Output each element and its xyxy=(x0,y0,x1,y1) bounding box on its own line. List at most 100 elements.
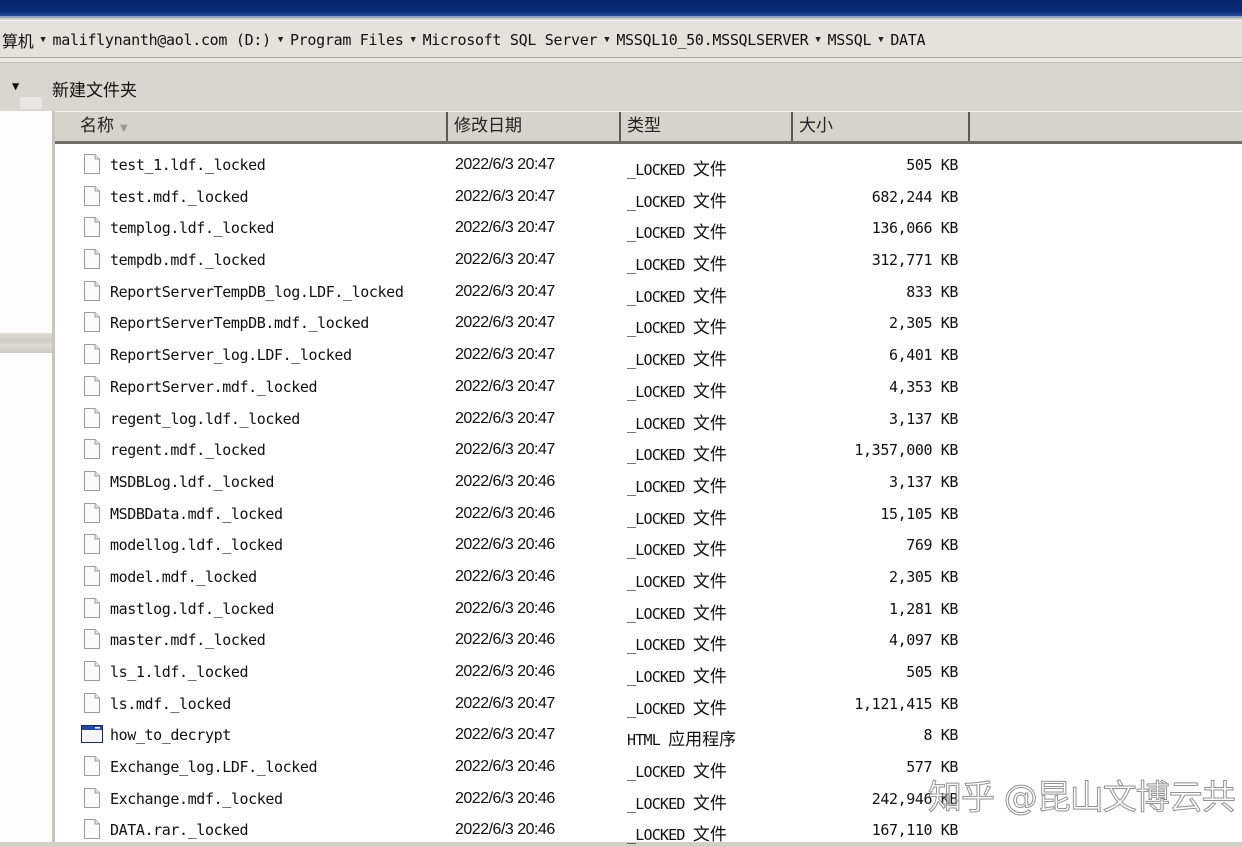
file-row[interactable]: ReportServerTempDB.mdf._locked 2022/6/3 2… xyxy=(55,308,1242,340)
file-modified-date: 2022/6/3 20:46 xyxy=(455,472,555,490)
file-row[interactable]: templog.ldf._locked 2022/6/3 20:47 _LOCKED… xyxy=(55,213,1242,245)
file-name[interactable]: how_to_decrypt xyxy=(110,726,231,744)
file-name[interactable]: ls.mdf._locked xyxy=(110,695,231,713)
file-name[interactable]: Exchange.mdf._locked xyxy=(110,790,283,808)
file-row[interactable]: MSDBLog.ldf._locked 2022/6/3 20:46 _LOCKED… xyxy=(55,467,1242,499)
file-row[interactable]: regent.mdf._locked 2022/6/3 20:47 _LOCKED … xyxy=(55,435,1242,467)
file-name[interactable]: ReportServer_log.LDF._locked xyxy=(110,346,352,364)
breadcrumb-item[interactable]: MSSQL xyxy=(826,31,874,49)
breadcrumb-dropdown-icon[interactable]: ▼ xyxy=(873,35,888,45)
column-header-type[interactable]: 类型 xyxy=(621,112,793,141)
file-type-label: 文件 xyxy=(692,223,727,244)
column-header-name[interactable]: 名称 ▼ xyxy=(55,112,448,141)
file-type: _LOCKED 文件 xyxy=(627,535,727,560)
file-type-label: 应用程序 xyxy=(668,730,737,751)
file-size: 4,353 KB xyxy=(888,377,958,396)
breadcrumb-item[interactable]: Program Files xyxy=(288,31,406,49)
file-name[interactable]: DATA.rar._locked xyxy=(110,821,248,839)
breadcrumb-dropdown-icon[interactable]: ▼ xyxy=(273,35,288,45)
breadcrumb-item[interactable]: 算机 xyxy=(0,28,35,52)
file-type-prefix: _LOCKED xyxy=(627,319,685,338)
file-name[interactable]: MSDBLog.ldf._locked xyxy=(110,473,274,491)
navigation-pane-item xyxy=(20,97,42,109)
navigation-pane-splitter[interactable] xyxy=(0,333,52,353)
file-type-label: 文件 xyxy=(692,793,727,814)
file-type-prefix: _LOCKED xyxy=(627,382,685,401)
file-row[interactable]: ReportServer_log.LDF._locked 2022/6/3 20:… xyxy=(55,340,1242,372)
file-row[interactable]: model.mdf._locked 2022/6/3 20:46 _LOCKED 文… xyxy=(55,562,1242,594)
file-name[interactable]: mastlog.ldf._locked xyxy=(110,600,274,618)
file-type-prefix: _LOCKED xyxy=(627,446,685,465)
file-type-prefix: _LOCKED xyxy=(627,192,685,211)
breadcrumb-item[interactable]: DATA xyxy=(888,31,927,49)
file-name[interactable]: ReportServerTempDB.mdf._locked xyxy=(110,314,369,332)
file-row[interactable]: how_to_decrypt 2022/6/3 20:47 HTML 应用程序 8 K… xyxy=(55,720,1242,752)
breadcrumb-dropdown-icon[interactable]: ▼ xyxy=(810,35,825,45)
file-size: 577 KB xyxy=(906,758,958,777)
file-type-prefix: _LOCKED xyxy=(627,351,685,370)
column-header-date[interactable]: 修改日期 xyxy=(448,112,621,141)
file-name[interactable]: ls_1.ldf._locked xyxy=(110,663,248,681)
file-row[interactable]: ReportServerTempDB_log.LDF._locked 2022/6… xyxy=(55,277,1242,309)
file-row[interactable]: Exchange_log.LDF._locked 2022/6/3 20:46 _L… xyxy=(55,752,1242,784)
navigation-pane[interactable] xyxy=(0,97,55,842)
file-modified-date: 2022/6/3 20:47 xyxy=(455,282,555,300)
chevron-down-icon[interactable]: ▼ xyxy=(12,79,19,93)
blank-file-icon xyxy=(84,661,100,681)
file-modified-date: 2022/6/3 20:47 xyxy=(455,346,555,364)
file-type-prefix: _LOCKED xyxy=(627,699,685,718)
file-type: _LOCKED 文件 xyxy=(627,599,727,624)
new-folder-button[interactable]: 新建文件夹 xyxy=(52,76,137,101)
file-row[interactable]: ls.mdf._locked 2022/6/3 20:47 _LOCKED 文件 1,… xyxy=(55,689,1242,721)
breadcrumb-dropdown-icon[interactable]: ▼ xyxy=(35,35,50,45)
file-row[interactable]: master.mdf._locked 2022/6/3 20:46 _LOCKED … xyxy=(55,625,1242,657)
file-row[interactable]: MSDBData.mdf._locked 2022/6/3 20:46 _LOCKE… xyxy=(55,499,1242,531)
file-name[interactable]: templog.ldf._locked xyxy=(110,219,274,237)
file-name[interactable]: ReportServerTempDB_log.LDF._locked xyxy=(110,283,404,301)
file-size: 2,305 KB xyxy=(888,314,958,333)
file-size: 242,946 KB xyxy=(871,789,959,808)
file-row[interactable]: tempdb.mdf._locked 2022/6/3 20:47 _LOCKED … xyxy=(55,245,1242,277)
address-bar[interactable]: 算机 ▼ maliflynanth@aol.com (D:) ▼ Program Fil… xyxy=(0,20,1242,59)
file-row[interactable]: ReportServer.mdf._locked 2022/6/3 20:47 _L… xyxy=(55,372,1242,404)
blank-file-icon xyxy=(84,407,100,428)
file-row[interactable]: Exchange.mdf._locked 2022/6/3 20:46 _LOCKE… xyxy=(55,784,1242,816)
file-modified-date: 2022/6/3 20:47 xyxy=(455,219,555,237)
breadcrumb-item[interactable]: Microsoft SQL Server xyxy=(421,31,600,49)
file-name[interactable]: tempdb.mdf._locked xyxy=(110,251,266,269)
file-name[interactable]: ReportServer.mdf._locked xyxy=(110,378,318,396)
file-size: 3,137 KB xyxy=(888,409,958,428)
file-size: 505 KB xyxy=(906,156,958,174)
file-name[interactable]: regent_log.ldf._locked xyxy=(110,410,300,428)
file-size: 1,281 KB xyxy=(888,599,958,618)
file-row[interactable]: DATA.rar._locked 2022/6/3 20:46 _LOCKED 文件… xyxy=(55,815,1242,847)
file-row[interactable]: test_1.ldf._locked 2022/6/3 20:47 _LOCKED … xyxy=(55,150,1242,182)
file-row[interactable]: mastlog.ldf._locked 2022/6/3 20:46 _LOCKED… xyxy=(55,594,1242,626)
file-type-prefix: _LOCKED xyxy=(627,509,685,528)
file-name[interactable]: modellog.ldf._locked xyxy=(110,536,283,554)
file-size: 2,305 KB xyxy=(888,567,958,586)
file-row[interactable]: modellog.ldf._locked 2022/6/3 20:46 _LOCKE… xyxy=(55,530,1242,562)
file-row[interactable]: regent_log.ldf._locked 2022/6/3 20:47 _LOC… xyxy=(55,404,1242,436)
file-name[interactable]: MSDBData.mdf._locked xyxy=(110,505,283,523)
column-header-size[interactable]: 大小 xyxy=(793,112,970,141)
breadcrumb-item[interactable]: MSSQL10_50.MSSQLSERVER xyxy=(614,31,810,49)
file-size: 8 KB xyxy=(923,726,958,745)
file-name[interactable]: test_1.ldf._locked xyxy=(110,156,266,174)
file-row[interactable]: ls_1.ldf._locked 2022/6/3 20:46 _LOCKED 文件… xyxy=(55,657,1242,689)
breadcrumb-dropdown-icon[interactable]: ▼ xyxy=(405,35,420,45)
file-list[interactable]: 名称 ▼ 修改日期 类型 大小 test_1.ldf._locked 2022/6/… xyxy=(55,111,1242,845)
file-type: _LOCKED 文件 xyxy=(627,282,727,307)
file-type-label: 文件 xyxy=(692,571,727,592)
file-row[interactable]: test.mdf._locked 2022/6/3 20:47 _LOCKED 文件… xyxy=(55,182,1242,214)
file-name[interactable]: model.mdf._locked xyxy=(110,568,257,586)
breadcrumb-item[interactable]: maliflynanth@aol.com (D:) xyxy=(51,31,273,49)
file-name[interactable]: test.mdf._locked xyxy=(110,188,248,206)
file-name[interactable]: Exchange_log.LDF._locked xyxy=(110,758,318,776)
breadcrumb-dropdown-icon[interactable]: ▼ xyxy=(599,35,614,45)
file-name[interactable]: regent.mdf._locked xyxy=(110,441,266,459)
file-name[interactable]: master.mdf._locked xyxy=(110,631,266,649)
file-type-label: 文件 xyxy=(692,508,727,529)
file-modified-date: 2022/6/3 20:47 xyxy=(455,377,555,395)
blank-file-icon xyxy=(84,217,100,238)
